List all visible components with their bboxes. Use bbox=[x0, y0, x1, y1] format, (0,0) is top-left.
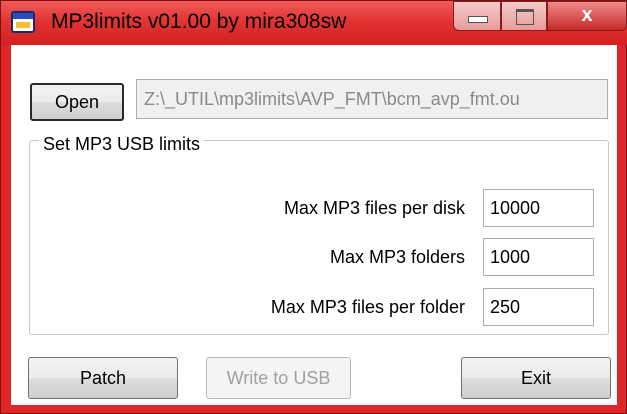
maximize-icon bbox=[516, 9, 534, 25]
minimize-button[interactable] bbox=[453, 1, 501, 31]
write-to-usb-button: Write to USB bbox=[206, 357, 351, 399]
file-path-field[interactable]: Z:\_UTIL\mp3limits\AVP_FMT\bcm_avp_fmt.o… bbox=[136, 79, 608, 119]
minimize-icon bbox=[468, 16, 488, 23]
max-files-per-disk-input[interactable]: 10000 bbox=[483, 189, 594, 227]
max-files-per-folder-input[interactable]: 250 bbox=[483, 288, 594, 326]
close-button[interactable]: x bbox=[547, 1, 627, 31]
exit-button[interactable]: Exit bbox=[461, 357, 611, 399]
app-window-icon[interactable] bbox=[11, 11, 35, 33]
maximize-button[interactable] bbox=[501, 1, 547, 31]
app-window: MP3limits v01.00 by mira308sw x Open Z:\… bbox=[0, 0, 627, 414]
close-icon: x bbox=[581, 4, 593, 26]
max-files-per-folder-label: Max MP3 files per folder bbox=[270, 297, 465, 317]
max-files-per-disk-label: Max MP3 files per disk bbox=[283, 198, 465, 218]
usb-limits-group-label: Set MP3 USB limits bbox=[39, 134, 205, 154]
open-button[interactable]: Open bbox=[30, 83, 124, 121]
max-folders-input[interactable]: 1000 bbox=[483, 238, 594, 276]
caption-buttons: x bbox=[453, 1, 627, 33]
patch-button[interactable]: Patch bbox=[28, 357, 178, 399]
window-title: MP3limits v01.00 by mira308sw bbox=[51, 10, 347, 33]
max-folders-label: Max MP3 folders bbox=[329, 247, 465, 267]
title-bar[interactable]: MP3limits v01.00 by mira308sw x bbox=[1, 1, 627, 45]
dialog-client-area: Open Z:\_UTIL\mp3limits\AVP_FMT\bcm_avp_… bbox=[11, 45, 617, 405]
